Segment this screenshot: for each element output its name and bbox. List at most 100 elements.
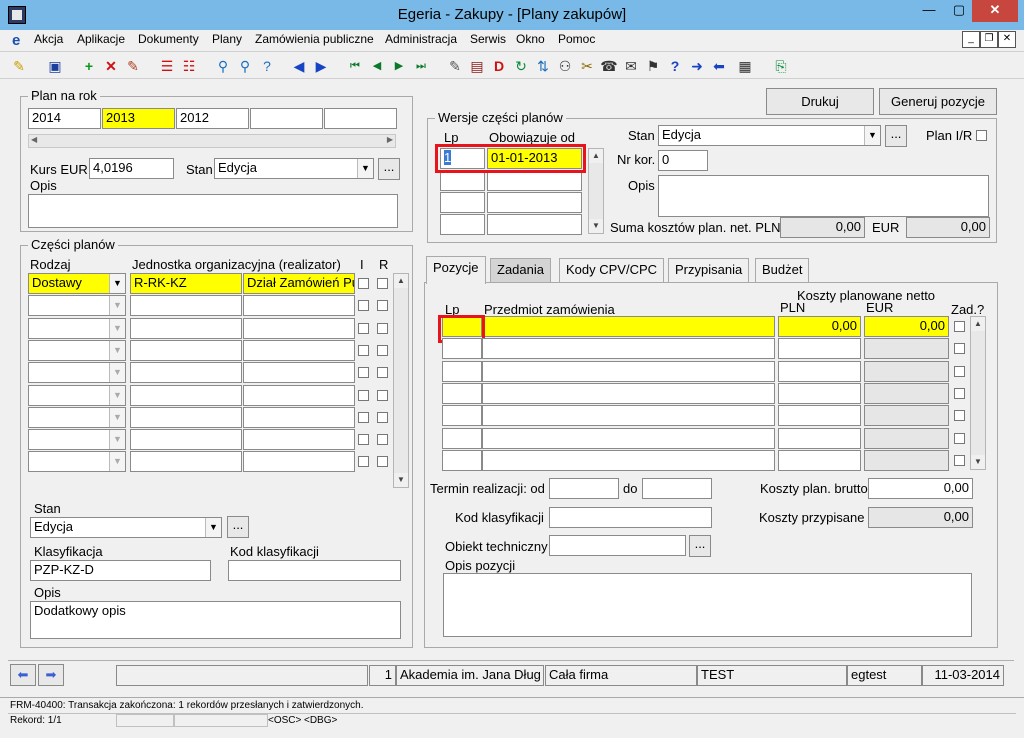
arrow-right-icon[interactable]: ▶ [312, 57, 330, 75]
chevron-down-icon[interactable]: ▼ [205, 518, 221, 537]
next-record-icon[interactable]: ▶ [390, 57, 408, 75]
mdi-close-button[interactable]: ✕ [998, 31, 1016, 48]
poz-pln[interactable] [778, 382, 861, 404]
chevron-down-icon[interactable]: ▼ [109, 363, 125, 383]
search-advanced-icon[interactable]: ⚲ [236, 57, 254, 75]
exit-icon[interactable]: ⎘ [772, 57, 790, 75]
rodzaj-dropdown[interactable]: ▼ [28, 295, 126, 317]
zad-checkbox[interactable] [954, 454, 965, 466]
plan-ir-checkbox[interactable] [976, 130, 987, 141]
jednostka-field[interactable] [130, 339, 242, 361]
jednostka-field[interactable] [130, 362, 242, 384]
jednostka-field[interactable] [130, 406, 242, 428]
zad-checkbox-1[interactable] [954, 321, 965, 332]
wersje-od-3[interactable] [487, 192, 582, 213]
klasyfikacja-field[interactable]: PZP-KZ-D [30, 560, 211, 581]
r-checkbox[interactable] [377, 434, 388, 446]
menu-aplikacje[interactable]: Aplikacje [77, 32, 125, 46]
r-checkbox[interactable] [377, 456, 388, 468]
menu-serwis[interactable]: Serwis [470, 32, 506, 46]
jednostka-field[interactable] [130, 295, 242, 317]
kurs-eur-field[interactable]: 4,0196 [89, 158, 174, 179]
rodzaj-dropdown[interactable]: ▼ [28, 451, 126, 473]
chevron-down-icon[interactable]: ▼ [109, 407, 125, 427]
delete-record-icon[interactable]: ✕ [102, 57, 120, 75]
poz-przedmiot[interactable] [482, 382, 775, 404]
obiekt-lov-button[interactable]: ... [689, 535, 711, 557]
zad-checkbox[interactable] [954, 410, 965, 422]
menu-zamowienia[interactable]: Zamówienia publiczne [255, 32, 374, 46]
poz-pln-1[interactable]: 0,00 [778, 316, 861, 337]
i-checkbox[interactable] [358, 322, 369, 334]
dzial-field[interactable] [243, 295, 355, 317]
poz-vscrollbar[interactable]: ▲ ▼ [970, 316, 986, 470]
refresh-icon[interactable]: ↻ [512, 57, 530, 75]
close-button[interactable]: ✕ [972, 0, 1018, 22]
dzial-field[interactable] [243, 384, 355, 406]
nav-back-icon[interactable]: ⬅ [10, 664, 36, 686]
year-field-2[interactable]: 2013 [102, 108, 175, 129]
help-icon[interactable]: ? [666, 57, 684, 75]
prev-record-icon[interactable]: ◀ [368, 57, 386, 75]
rodzaj-dropdown[interactable]: ▼ [28, 339, 126, 361]
r-checkbox[interactable] [377, 367, 388, 379]
rodzaj-dropdown-1[interactable]: Dostawy ▼ [28, 273, 126, 294]
dzial-field[interactable] [243, 339, 355, 361]
insert-record-icon[interactable]: + [80, 57, 98, 75]
poz-przedmiot[interactable] [482, 360, 775, 382]
arrow-left-icon[interactable]: ◀ [290, 57, 308, 75]
zad-checkbox[interactable] [954, 387, 965, 399]
wersje-stan-lov-button[interactable]: ... [885, 125, 907, 147]
document-icon[interactable]: D [490, 57, 508, 75]
mdi-minimize-button[interactable]: _ [962, 31, 980, 48]
scroll-up-icon[interactable]: ▲ [589, 149, 603, 163]
jednostka-field[interactable] [130, 317, 242, 339]
poz-kod-klas-field[interactable] [549, 507, 712, 528]
wersje-opis-field[interactable] [658, 175, 989, 217]
help-search-icon[interactable]: ? [258, 57, 276, 75]
poz-przedmiot[interactable] [482, 405, 775, 427]
search-icon[interactable]: ⚲ [214, 57, 232, 75]
czesci-stan-dropdown[interactable]: Edycja ▼ [30, 517, 222, 538]
poz-lp[interactable] [442, 449, 482, 471]
app-menu-icon[interactable]: e [12, 32, 28, 49]
tab-pozycje[interactable]: Pozycje [426, 256, 486, 284]
jednostka-field-1[interactable]: R-RK-KZ [130, 273, 242, 294]
maximize-button[interactable]: ▢ [944, 0, 974, 22]
r-checkbox[interactable] [377, 344, 388, 356]
menu-okno[interactable]: Okno [516, 32, 545, 46]
termin-do-field[interactable] [642, 478, 712, 499]
dzial-field[interactable] [243, 429, 355, 451]
query-enter-icon[interactable]: ☰ [158, 57, 176, 75]
poz-pln[interactable] [778, 338, 861, 360]
scroll-down-icon[interactable]: ▼ [394, 473, 408, 487]
czesci-opis-field[interactable]: Dodatkowy opis [30, 601, 401, 639]
pin-icon[interactable]: ✎ [10, 57, 28, 75]
first-record-icon[interactable]: ⏮ [346, 57, 364, 75]
nr-kor-field[interactable]: 0 [658, 150, 708, 171]
menu-akcja[interactable]: Akcja [34, 32, 63, 46]
tab-przypisania[interactable]: Przypisania [668, 258, 750, 282]
wersje-od-4[interactable] [487, 214, 582, 235]
i-checkbox[interactable] [358, 367, 369, 379]
r-checkbox[interactable] [377, 300, 388, 312]
poz-lp[interactable] [442, 338, 482, 360]
r-checkbox-1[interactable] [377, 278, 388, 289]
poz-pln[interactable] [778, 449, 861, 471]
i-checkbox[interactable] [358, 344, 369, 356]
poz-pln[interactable] [778, 360, 861, 382]
wersje-od-2[interactable] [487, 170, 582, 191]
rodzaj-dropdown[interactable]: ▼ [28, 317, 126, 339]
poz-pln[interactable] [778, 405, 861, 427]
query-execute-icon[interactable]: ☷ [180, 57, 198, 75]
dzial-field[interactable] [243, 451, 355, 473]
stan-lov-button[interactable]: ... [378, 158, 400, 180]
i-checkbox[interactable] [358, 456, 369, 468]
wersje-stan-dropdown[interactable]: Edycja ▼ [658, 125, 881, 146]
poz-przedmiot[interactable] [482, 449, 775, 471]
i-checkbox[interactable] [358, 434, 369, 446]
nav-forward-icon[interactable]: ➡ [38, 664, 64, 686]
rodzaj-dropdown[interactable]: ▼ [28, 362, 126, 384]
poz-przedmiot[interactable] [482, 338, 775, 360]
year-field-1[interactable]: 2014 [28, 108, 101, 129]
